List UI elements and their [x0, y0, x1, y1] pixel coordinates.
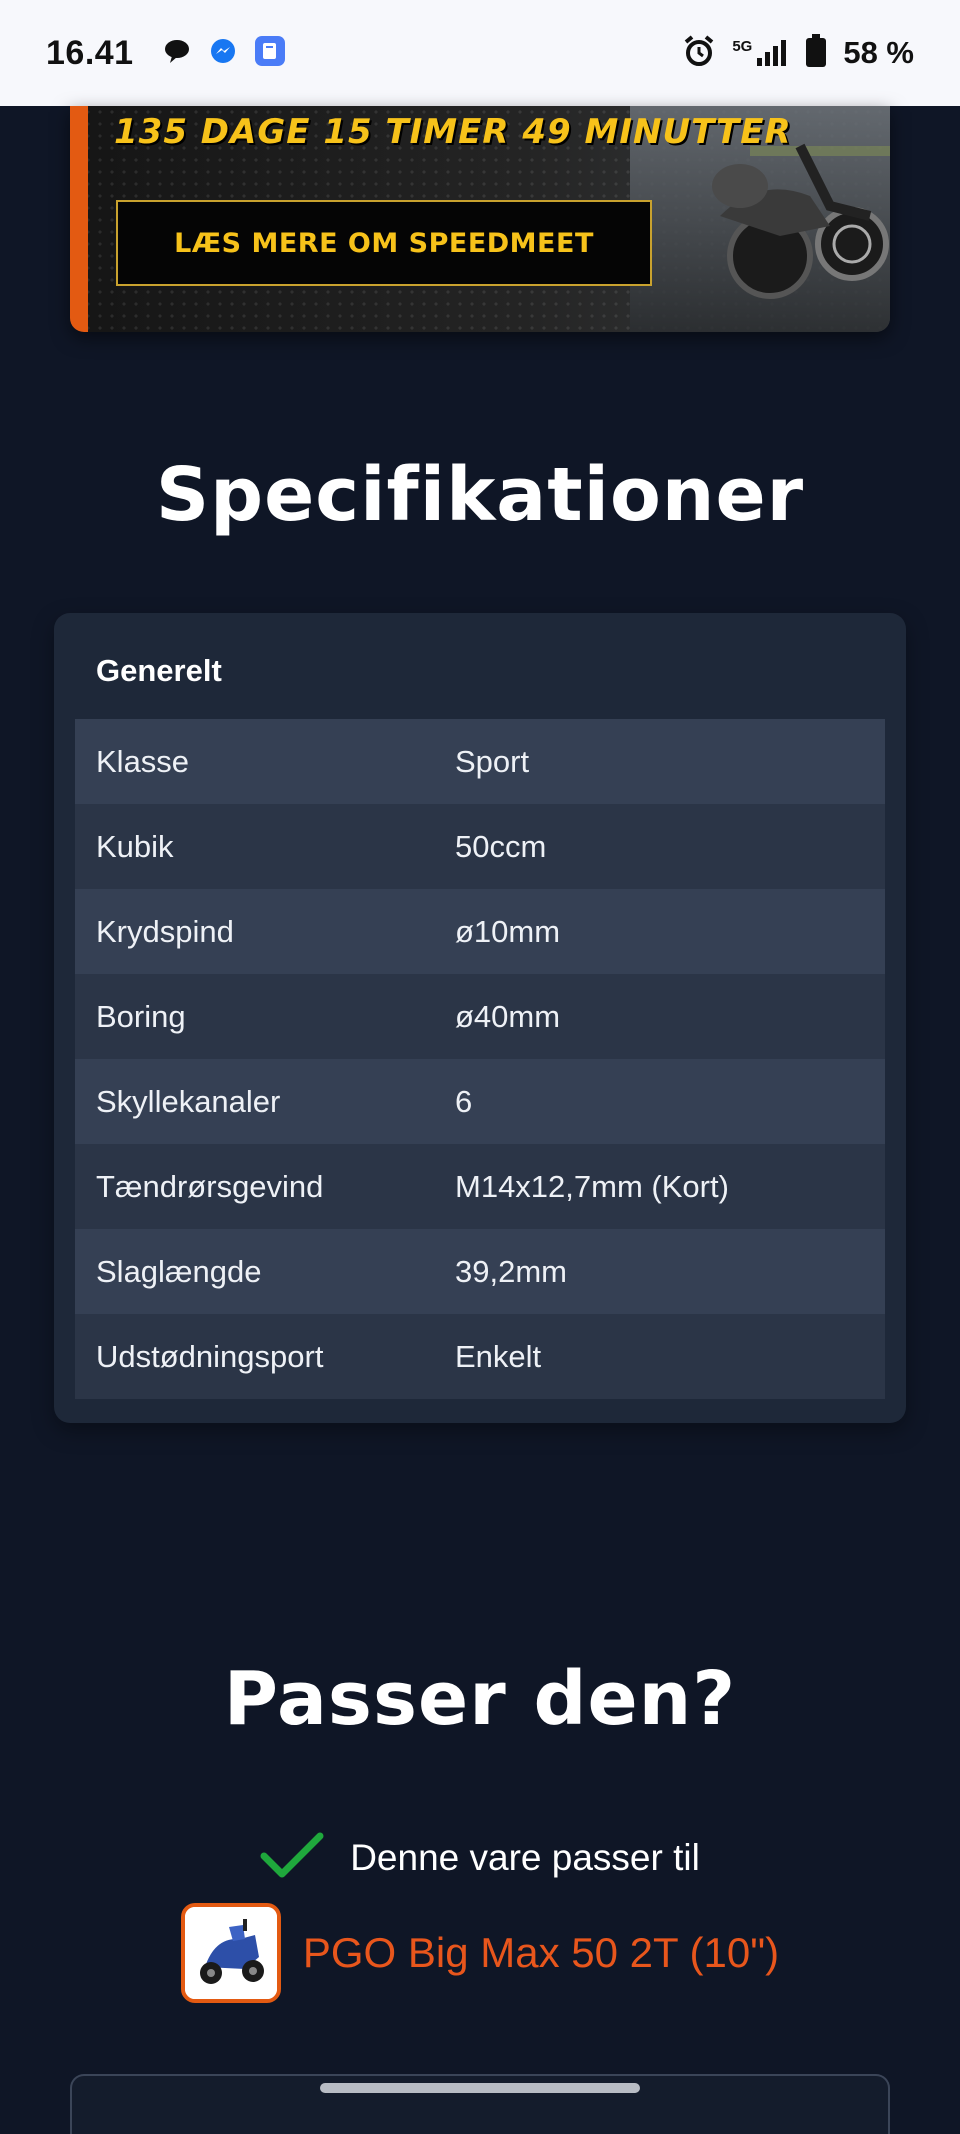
spec-value: Enkelt	[455, 1338, 542, 1374]
spec-row: Kubik 50ccm	[75, 804, 885, 889]
signal-icon: 5G	[732, 38, 789, 68]
network-type-label: 5G	[732, 38, 753, 55]
specifications-card: Generelt Klasse Sport Kubik 50ccm Krydsp…	[54, 613, 906, 1423]
speedmeet-banner[interactable]: 135 DAGE 15 TIMER 49 MINUTTER LÆS MERE O…	[70, 106, 890, 332]
spec-key: Udstødningsport	[96, 1338, 324, 1374]
fitment-status: Denne vare passer til	[0, 1832, 960, 1884]
battery-percentage: 58 %	[843, 35, 914, 70]
notification-icons	[162, 35, 286, 71]
countdown-text: 135 DAGE 15 TIMER 49 MINUTTER	[114, 112, 792, 152]
spec-value: 6	[455, 1083, 473, 1119]
specifications-heading: Specifikationer	[155, 452, 805, 538]
spec-row: Slaglængde 39,2mm	[75, 1229, 885, 1314]
spec-row: Skyllekanaler 6	[75, 1059, 885, 1144]
checkmark-icon	[260, 1832, 324, 1884]
alarm-icon	[682, 34, 716, 72]
spec-key: Krydspind	[96, 913, 234, 949]
vehicle-link[interactable]: PGO Big Max 50 2T (10")	[303, 1929, 779, 1977]
spec-key: Tændrørsgevind	[96, 1168, 324, 1204]
spec-row: Boring ø40mm	[75, 974, 885, 1059]
spec-group-title: Generelt	[96, 653, 222, 688]
spec-row: Tændrørsgevind M14x12,7mm (Kort)	[75, 1144, 885, 1229]
home-indicator-bar[interactable]	[320, 2083, 640, 2093]
spec-key: Klasse	[96, 743, 190, 779]
status-bar-right: 5G 58 %	[682, 34, 914, 72]
fitment-status-text: Denne vare passer til	[350, 1837, 700, 1878]
read-more-button[interactable]: LÆS MERE OM SPEEDMEET	[116, 200, 652, 286]
app-icon	[254, 35, 286, 71]
spec-key: Kubik	[96, 828, 174, 864]
spec-key: Slaglængde	[96, 1253, 262, 1289]
spec-row: Krydspind ø10mm	[75, 889, 885, 974]
chat-bubble-icon	[162, 36, 192, 70]
spec-value: ø40mm	[455, 998, 561, 1034]
spec-table: Klasse Sport Kubik 50ccm Krydspind ø10mm…	[75, 719, 885, 1399]
spec-value: 39,2mm	[455, 1253, 567, 1289]
fitment-heading: Passer den?	[223, 1656, 737, 1742]
compatible-vehicle[interactable]: PGO Big Max 50 2T (10")	[0, 1903, 960, 2003]
status-bar-left: 16.41	[46, 34, 286, 73]
spec-value: M14x12,7mm (Kort)	[455, 1168, 729, 1204]
clock-time: 16.41	[46, 33, 134, 72]
status-bar: 16.41 5G 58 %	[0, 0, 960, 106]
spec-value: 50ccm	[455, 828, 547, 864]
spec-value: ø10mm	[455, 913, 561, 949]
spec-row: Klasse Sport	[75, 719, 885, 804]
spec-key: Boring	[96, 998, 186, 1034]
battery-icon	[805, 34, 827, 72]
banner-accent-stripe	[70, 106, 88, 332]
spec-value: Sport	[455, 743, 530, 779]
vehicle-thumbnail-image[interactable]	[180, 1903, 281, 2003]
spec-row: Udstødningsport Enkelt	[75, 1314, 885, 1399]
spec-key: Skyllekanaler	[96, 1083, 281, 1119]
messenger-icon	[208, 36, 238, 70]
